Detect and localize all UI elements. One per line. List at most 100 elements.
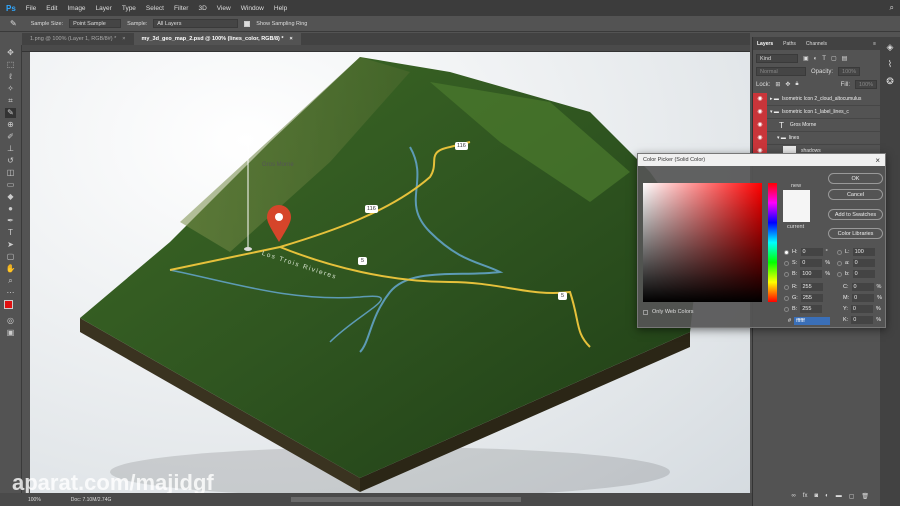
layers-panel-icon[interactable]: ◈ (887, 42, 894, 53)
layer-row[interactable]: ◉ T Gros Morne (753, 118, 880, 132)
sample-select[interactable]: All Layers (153, 19, 239, 28)
lasso-tool-icon[interactable]: ℓ (5, 72, 16, 82)
hue-field[interactable]: H: 0 ° (784, 248, 828, 256)
a-field[interactable]: a: 0 (837, 259, 875, 267)
red-value[interactable]: 255 (800, 283, 823, 291)
path-select-icon[interactable]: ➤ (5, 240, 16, 250)
l-value[interactable]: 100 (852, 248, 875, 256)
zoom-tool-icon[interactable]: ⌕ (5, 276, 16, 286)
paths-panel-icon[interactable]: ⌇ (888, 59, 892, 70)
saturation-field[interactable]: S: 0% (784, 259, 830, 267)
zoom-level[interactable]: 100% (28, 497, 41, 503)
adjustment-icon[interactable]: ◐ (825, 493, 829, 500)
eye-icon[interactable]: ◉ (753, 92, 767, 106)
close-icon[interactable]: × (122, 36, 125, 42)
panel-menu-icon[interactable]: ≡ (873, 41, 876, 47)
black-field[interactable]: K: 0% (843, 316, 881, 324)
color-swatches[interactable] (3, 300, 18, 314)
only-web-checkbox[interactable] (643, 309, 648, 315)
b-lab-field[interactable]: b: 0 (837, 270, 875, 278)
menu-image[interactable]: Image (67, 5, 85, 12)
type-tool-icon[interactable]: T (5, 228, 16, 238)
tab-channels[interactable]: Channels (806, 41, 827, 47)
hue-value[interactable]: 0 (800, 248, 823, 256)
search-icon[interactable]: ⌕ (890, 3, 894, 13)
green-field[interactable]: G: 255 (784, 294, 823, 302)
lock-pixels-icon[interactable]: ⊞ (775, 81, 780, 88)
eyedropper-icon[interactable]: ✎ (10, 19, 17, 28)
tab-layers[interactable]: Layers (757, 41, 773, 47)
ok-button[interactable]: OK (828, 173, 883, 184)
filter-adjust-icon[interactable]: ◐ (814, 56, 818, 62)
cancel-button[interactable]: Cancel (828, 189, 883, 200)
healing-tool-icon[interactable]: ⊕ (5, 120, 16, 130)
new-layer-icon[interactable]: ▢ (849, 493, 855, 500)
close-icon[interactable]: × (875, 156, 880, 165)
add-to-swatches-button[interactable]: Add to Swatches (828, 209, 883, 220)
channels-panel-icon[interactable]: ❂ (886, 76, 894, 87)
b-lab-value[interactable]: 0 (852, 270, 875, 278)
a-value[interactable]: 0 (852, 259, 875, 267)
link-icon[interactable]: ∞ (792, 493, 796, 500)
quick-mask-icon[interactable]: ◎ (5, 316, 16, 326)
l-field[interactable]: L: 100 (837, 248, 875, 256)
menu-layer[interactable]: Layer (96, 5, 112, 12)
menu-file[interactable]: File (26, 5, 36, 12)
hand-tool-icon[interactable]: ✋ (5, 264, 16, 274)
dodge-tool-icon[interactable]: ● (5, 204, 16, 214)
tab-1png[interactable]: 1.png @ 100% (Layer 1, RGB/8#) * × (22, 33, 134, 45)
more-tools-icon[interactable]: ⋯ (5, 288, 16, 298)
layer-filter-kind[interactable]: Kind (756, 54, 798, 63)
blue-value[interactable]: 255 (800, 305, 823, 313)
brightness-value[interactable]: 100 (800, 270, 823, 278)
menu-select[interactable]: Select (146, 5, 164, 12)
brush-tool-icon[interactable]: ✐ (5, 132, 16, 142)
filter-shape-icon[interactable]: ▢ (831, 55, 837, 62)
menu-3d[interactable]: 3D (198, 5, 206, 12)
green-value[interactable]: 255 (800, 294, 823, 302)
menu-view[interactable]: View (217, 5, 231, 12)
sample-size-select[interactable]: Point Sample (69, 19, 122, 28)
blue-field[interactable]: B: 255 (784, 305, 823, 313)
crop-tool-icon[interactable]: ⌗ (5, 96, 16, 106)
show-ring-checkbox[interactable] (244, 20, 251, 27)
pen-tool-icon[interactable]: ✒ (5, 216, 16, 226)
trash-icon[interactable]: 🗑︎ (861, 493, 869, 500)
move-tool-icon[interactable]: ✥ (5, 48, 16, 58)
fx-icon[interactable]: fx (803, 493, 808, 500)
lock-all-icon[interactable]: 🔒︎ (795, 81, 798, 88)
stamp-tool-icon[interactable]: ⊥ (5, 144, 16, 154)
lock-position-icon[interactable]: ✥ (785, 81, 790, 88)
saturation-value[interactable]: 0 (800, 259, 823, 267)
tab-paths[interactable]: Paths (783, 41, 796, 47)
magic-wand-icon[interactable]: ✧ (5, 84, 16, 94)
screen-mode-icon[interactable]: ▣ (5, 328, 16, 338)
magenta-value[interactable]: 0 (852, 294, 875, 302)
hex-field[interactable]: # ffffff (788, 317, 831, 325)
magenta-field[interactable]: M: 0% (843, 294, 882, 302)
eraser-tool-icon[interactable]: ◫ (5, 168, 16, 178)
menu-type[interactable]: Type (122, 5, 136, 12)
eye-icon[interactable]: ◉ (753, 118, 767, 132)
marquee-tool-icon[interactable]: ⬚ (5, 60, 16, 70)
hex-value[interactable]: ffffff (794, 317, 831, 325)
filter-pixel-icon[interactable]: ▣ (803, 55, 809, 62)
yellow-field[interactable]: Y: 0% (843, 305, 881, 313)
opacity-input[interactable]: 100% (838, 67, 861, 76)
eye-icon[interactable]: ◉ (753, 131, 767, 145)
filter-smart-icon[interactable]: ▤ (842, 55, 848, 62)
black-value[interactable]: 0 (851, 316, 874, 324)
red-field[interactable]: R: 255 (784, 283, 823, 291)
tab-geo-map[interactable]: my_3d_geo_map_2.psd @ 100% (lines_color,… (133, 33, 301, 45)
blend-mode-select[interactable]: Normal (756, 67, 806, 76)
yellow-value[interactable]: 0 (850, 305, 873, 313)
color-field[interactable] (643, 183, 762, 302)
mask-icon[interactable]: ◙ (814, 493, 818, 500)
menu-window[interactable]: Window (241, 5, 264, 12)
layer-row[interactable]: ◉ ▾ ▬ Isometric Icon 1_label_lines_c (753, 105, 880, 119)
blur-tool-icon[interactable]: ◆ (5, 192, 16, 202)
menu-edit[interactable]: Edit (46, 5, 57, 12)
eye-icon[interactable]: ◉ (753, 105, 767, 119)
brightness-field[interactable]: B: 100% (784, 270, 830, 278)
close-icon[interactable]: × (290, 36, 293, 42)
